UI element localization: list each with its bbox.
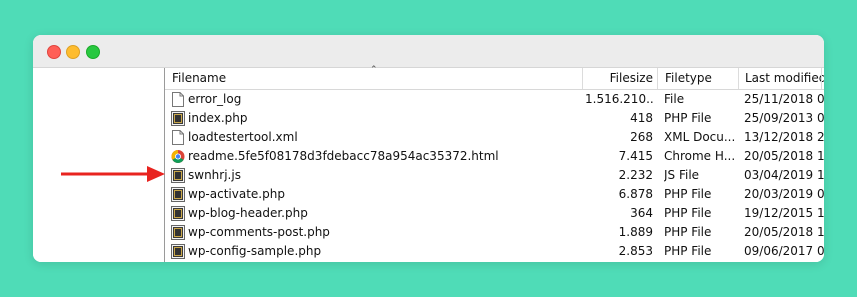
file-name: error_log: [188, 92, 242, 106]
file-size: 268: [630, 130, 653, 144]
file-type: PHP File: [664, 111, 712, 125]
file-size: 2.232: [618, 168, 653, 182]
file-list: Filename ⌃ Filesize Filetype Last modifi…: [165, 65, 824, 262]
file-list-header: Filename ⌃ Filesize Filetype Last modifi…: [165, 65, 824, 90]
file-row[interactable]: loadtestertool.xml 268 XML Docu... 13/12/20…: [165, 128, 824, 147]
file-last-modified: 13/12/2018 23...: [744, 130, 824, 144]
file-last-modified: 03/04/2019 19...: [744, 168, 824, 182]
file-last-modified: 25/11/2018 02...: [744, 92, 824, 106]
file-name: wp-activate.php: [188, 187, 285, 201]
file-last-modified: 09/06/2017 09...: [744, 244, 824, 258]
column-divider[interactable]: [657, 68, 658, 89]
php-file-icon: [171, 187, 185, 202]
column-header-filetype[interactable]: Filetype: [665, 68, 712, 89]
zoom-window-button[interactable]: [86, 45, 100, 59]
file-size: 364: [630, 206, 653, 220]
php-file-icon: [171, 225, 185, 240]
chrome-icon: [171, 149, 185, 164]
file-size: 1.889: [618, 225, 653, 239]
file-type: PHP File: [664, 225, 712, 239]
js-file-icon: [171, 168, 185, 183]
minimize-window-button[interactable]: [66, 45, 80, 59]
file-type: PHP File: [664, 187, 712, 201]
file-name: index.php: [188, 111, 248, 125]
file-type: File: [664, 92, 685, 106]
file-size: 1.516.210....: [585, 92, 653, 106]
file-last-modified: 25/09/2013 07...: [744, 111, 824, 125]
column-divider[interactable]: [738, 68, 739, 89]
file-row[interactable]: swnhrj.js 2.232 JS File 03/04/2019 19...: [165, 166, 824, 185]
file-row[interactable]: index.php 418 PHP File 25/09/2013 07...: [165, 109, 824, 128]
file-row[interactable]: wp-comments-post.php 1.889 PHP File 20/05/2…: [165, 223, 824, 242]
column-header-last-modified[interactable]: Last modified: [745, 68, 824, 89]
close-window-button[interactable]: [47, 45, 61, 59]
file-size: 418: [630, 111, 653, 125]
file-last-modified: 20/05/2018 15...: [744, 225, 824, 239]
sort-ascending-icon: ⌃: [370, 65, 378, 75]
file-name: swnhrj.js: [188, 168, 241, 182]
file-row[interactable]: wp-blog-header.php 364 PHP File 19/12/2015 …: [165, 204, 824, 223]
column-header-filename[interactable]: Filename: [172, 68, 226, 89]
column-divider[interactable]: [821, 68, 822, 89]
file-last-modified: 20/03/2019 00...: [744, 187, 824, 201]
file-name: wp-comments-post.php: [188, 225, 330, 239]
file-row[interactable]: readme.5fe5f08178d3fdebacc78a954ac35372.…: [165, 147, 824, 166]
file-row[interactable]: wp-config-sample.php 2.853 PHP File 09/06/2…: [165, 242, 824, 261]
file-size: 2.853: [618, 244, 653, 258]
column-header-filesize[interactable]: Filesize: [585, 68, 653, 89]
php-file-icon: [171, 244, 185, 259]
file-last-modified: 20/05/2018 15...: [744, 149, 824, 163]
php-file-icon: [171, 206, 185, 221]
blank-file-icon: [171, 92, 185, 107]
file-type: PHP File: [664, 206, 712, 220]
file-last-modified: 19/12/2015 18...: [744, 206, 824, 220]
file-size: 6.878: [618, 187, 653, 201]
file-manager-window: Filename ⌃ Filesize Filetype Last modifi…: [33, 35, 824, 262]
php-file-icon: [171, 111, 185, 126]
file-type: XML Docu...: [664, 130, 736, 144]
blank-file-icon: [171, 130, 185, 145]
file-type: JS File: [664, 168, 700, 182]
file-name: readme.5fe5f08178d3fdebacc78a954ac35372.…: [188, 149, 499, 163]
file-name: wp-blog-header.php: [188, 206, 308, 220]
column-divider[interactable]: [582, 68, 583, 89]
file-name: wp-config-sample.php: [188, 244, 322, 258]
file-name: loadtestertool.xml: [188, 130, 298, 144]
file-size: 7.415: [618, 149, 653, 163]
file-row[interactable]: error_log 1.516.210.... File 25/11/2018 02.…: [165, 90, 824, 109]
file-type: PHP File: [664, 244, 712, 258]
red-arrow-icon: [61, 166, 165, 182]
title-bar: [33, 35, 824, 68]
file-row[interactable]: wp-activate.php 6.878 PHP File 20/03/2019 0…: [165, 185, 824, 204]
file-type: Chrome H...: [664, 149, 736, 163]
